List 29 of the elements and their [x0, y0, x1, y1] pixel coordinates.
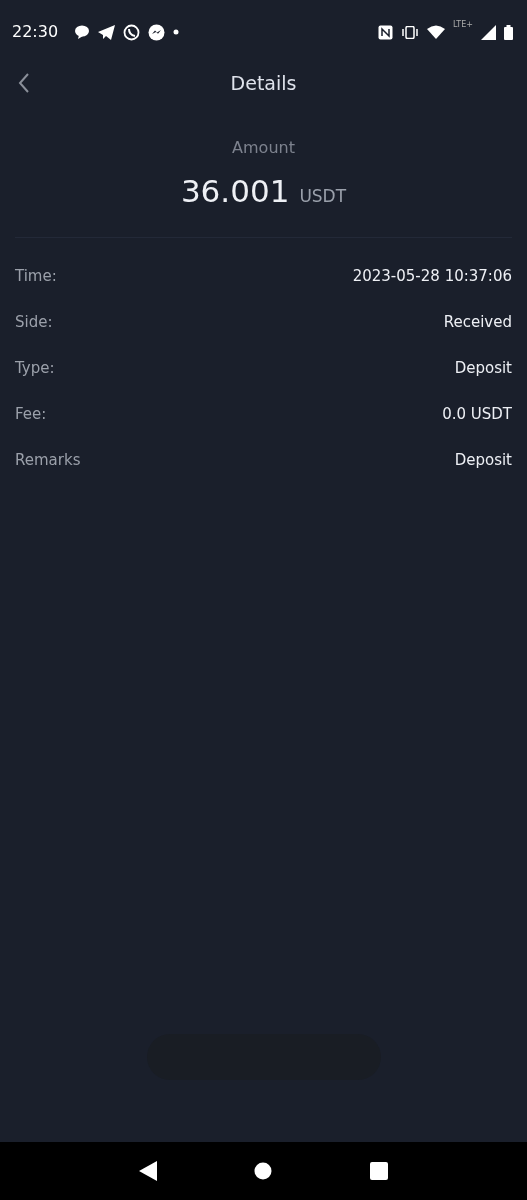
network-label: LTE+: [453, 18, 473, 31]
paper-plane-icon: [98, 24, 116, 40]
chat-icon: [74, 25, 91, 39]
recents-icon[interactable]: [370, 1162, 389, 1180]
battery-icon: [504, 24, 513, 40]
currency-label: USDT: [299, 185, 347, 208]
vibrate-icon: [401, 25, 419, 39]
detail-value: Deposit: [454, 358, 512, 380]
detail-value: Received: [443, 312, 512, 334]
lightning-bubble-icon: [148, 23, 166, 41]
amount-label: Amount: [232, 138, 295, 157]
detail-label: Remarks: [15, 450, 81, 472]
detail-label: Side:: [15, 312, 53, 334]
detail-value: 2023-05-28 10:37:06: [352, 266, 512, 288]
detail-label: Fee:: [15, 404, 47, 426]
detail-label: Type:: [15, 358, 55, 380]
nfc-icon: [378, 24, 393, 40]
signal-icon: [481, 24, 496, 40]
detail-value: Deposit: [454, 450, 512, 472]
back-icon[interactable]: [138, 1161, 157, 1181]
dot-icon: [173, 29, 180, 35]
home-icon[interactable]: [254, 1162, 273, 1180]
page-title: Details: [230, 70, 297, 96]
detail-label: Time:: [15, 266, 57, 288]
clock-text: 22:30: [12, 21, 59, 43]
wifi-icon: [427, 25, 445, 39]
phone-bubble-icon: [123, 23, 141, 41]
amount-value: 36.001: [180, 172, 290, 211]
detail-value: 0.0 USDT: [442, 404, 512, 426]
